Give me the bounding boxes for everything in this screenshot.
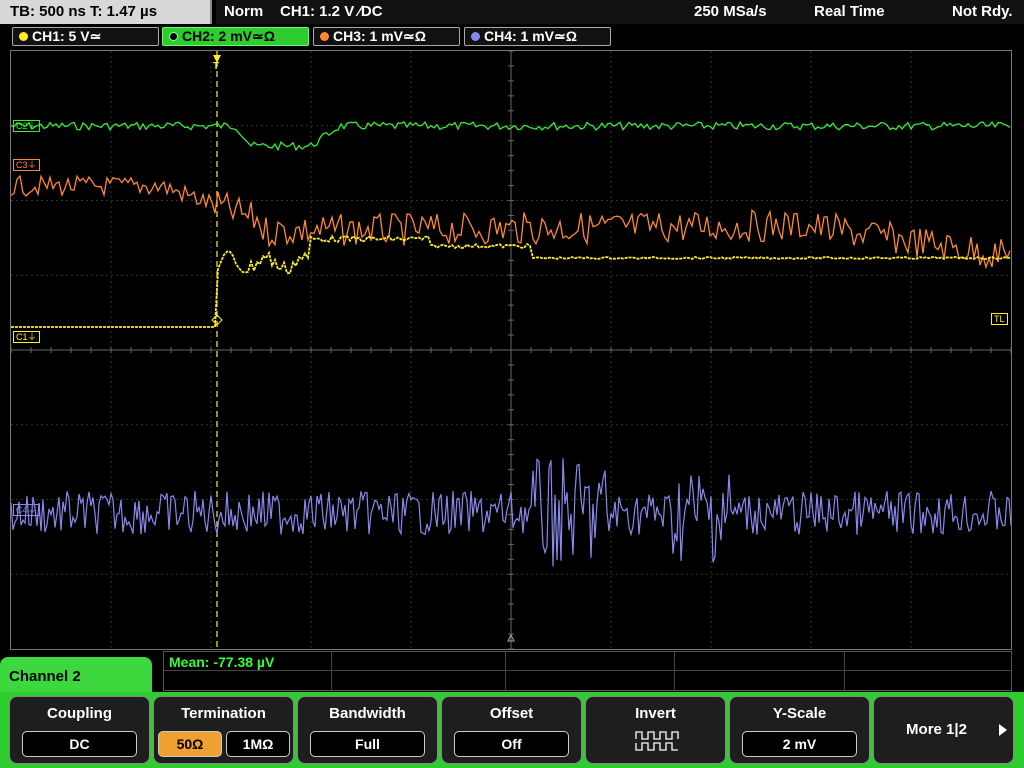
yscale-softkey[interactable]: Y-Scale 2 mV [729, 696, 870, 764]
termination-1mohm-option[interactable]: 1MΩ [226, 731, 290, 757]
trigger-level-marker[interactable]: TL [991, 313, 1008, 325]
bandwidth-value[interactable]: Full [310, 731, 425, 757]
offset-value[interactable]: Off [454, 731, 569, 757]
ch3-color-icon [320, 32, 329, 41]
ch2-color-icon [169, 32, 178, 41]
ch4-ground-marker[interactable]: C4⏚ [13, 504, 40, 516]
bandwidth-label: Bandwidth [329, 705, 406, 722]
next-page-icon [999, 724, 1007, 736]
offset-softkey[interactable]: Offset Off [441, 696, 582, 764]
yscale-label: Y-Scale [772, 705, 827, 722]
waveform-display[interactable]: C2⏚ C3⏚ C1⏚ C4⏚ TL T [10, 50, 1012, 650]
acquisition-status: Norm CH1: 1.2 V ∕DC 250 MSa/s Real Time … [216, 0, 1024, 24]
offset-label: Offset [489, 705, 534, 722]
bandwidth-softkey[interactable]: Bandwidth Full [297, 696, 438, 764]
ch1-chip[interactable]: CH1: 5 V≃ [12, 27, 159, 46]
invert-label: Invert [635, 705, 676, 722]
invert-waveform-icon [635, 731, 679, 751]
ch2-label: CH2: 2 mV≃Ω [182, 28, 275, 44]
more-label: More 1|2 [906, 721, 967, 738]
top-status-bar: TB: 500 ns T: 1.47 µs Norm CH1: 1.2 V ∕D… [0, 0, 1024, 26]
ch3-label: CH3: 1 mV≃Ω [333, 28, 426, 44]
trigger-time-marker: T [213, 61, 220, 72]
termination-softkey[interactable]: Termination 50Ω 1MΩ [153, 696, 294, 764]
waveform-canvas [11, 51, 1011, 649]
measurement-divider [331, 652, 332, 690]
ch2-ground-marker[interactable]: C2⏚ [13, 120, 40, 132]
ch4-chip[interactable]: CH4: 1 mV≃Ω [464, 27, 611, 46]
trigger-source[interactable]: CH1: 1.2 V ∕DC [280, 0, 383, 24]
ch4-color-icon [471, 32, 480, 41]
ch1-label: CH1: 5 V≃ [32, 28, 102, 44]
acquisition-mode: Real Time [814, 3, 885, 20]
measurement-divider [674, 652, 675, 690]
ch1-color-icon [19, 32, 28, 41]
coupling-softkey[interactable]: Coupling DC [9, 696, 150, 764]
sample-rate: 250 MSa/s [694, 3, 767, 20]
ch3-chip[interactable]: CH3: 1 mV≃Ω [313, 27, 460, 46]
trigger-state: Not Rdy. [952, 3, 1013, 20]
measurement-divider [505, 652, 506, 690]
ch1-ground-marker[interactable]: C1⏚ [13, 331, 40, 343]
softkey-bar: Coupling DC Termination 50Ω 1MΩ Bandwidt… [0, 692, 1024, 768]
measurement-divider [164, 670, 1011, 671]
mean-measurement: Mean: -77.38 µV [169, 654, 275, 670]
more-softkey[interactable]: More 1|2 [873, 696, 1014, 764]
ch2-chip[interactable]: CH2: 2 mV≃Ω [162, 27, 309, 46]
ch3-ground-marker[interactable]: C3⏚ [13, 159, 40, 171]
ch4-label: CH4: 1 mV≃Ω [484, 28, 577, 44]
channel-bar: CH1: 5 V≃ CH2: 2 mV≃Ω CH3: 1 mV≃Ω CH4: 1… [0, 26, 1024, 48]
termination-50ohm-option[interactable]: 50Ω [158, 731, 222, 757]
timebase-display[interactable]: TB: 500 ns T: 1.47 µs [0, 0, 212, 24]
coupling-label: Coupling [47, 705, 112, 722]
measurement-panel: Mean: -77.38 µV [163, 651, 1012, 691]
trigger-mode[interactable]: Norm [224, 0, 263, 24]
termination-label: Termination [181, 705, 266, 722]
invert-softkey[interactable]: Invert [585, 696, 726, 764]
measurement-divider [844, 652, 845, 690]
coupling-value[interactable]: DC [22, 731, 137, 757]
graticule [11, 51, 1011, 649]
yscale-value[interactable]: 2 mV [742, 731, 857, 757]
